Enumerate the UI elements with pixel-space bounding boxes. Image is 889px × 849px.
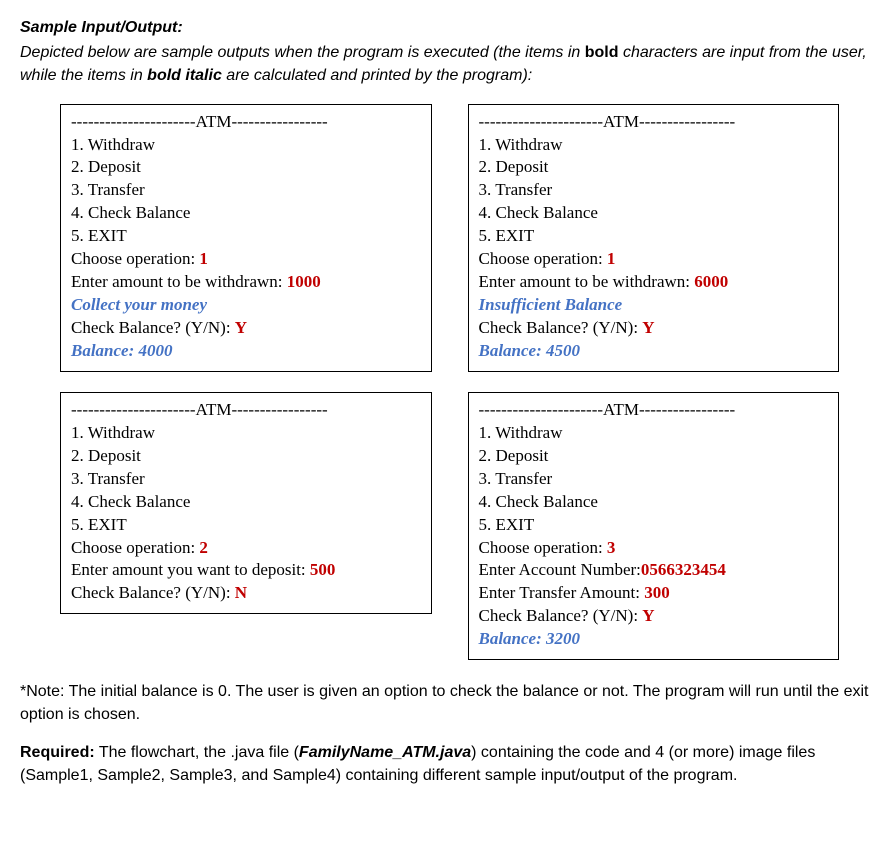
required-label: Required: bbox=[20, 744, 95, 761]
sample-box-1: ----------------------ATM---------------… bbox=[60, 104, 432, 372]
required-filename: FamilyName_ATM.java bbox=[299, 744, 471, 761]
prompt-line: Choose operation: 1 bbox=[479, 248, 829, 271]
prompt-label: Choose operation: bbox=[479, 538, 607, 557]
prompt-label: Check Balance? (Y/N): bbox=[479, 318, 643, 337]
prompt-line: Enter Account Number:0566323454 bbox=[479, 559, 829, 582]
user-input: 0566323454 bbox=[641, 560, 726, 579]
user-input: 1000 bbox=[287, 272, 321, 291]
prompt-label: Enter Account Number: bbox=[479, 560, 641, 579]
atm-header: ----------------------ATM---------------… bbox=[479, 399, 829, 422]
atm-header: ----------------------ATM---------------… bbox=[71, 111, 421, 134]
prompt-label: Enter Transfer Amount: bbox=[479, 583, 645, 602]
prompt-label: Check Balance? (Y/N): bbox=[479, 606, 643, 625]
prompt-line: Enter amount to be withdrawn: 6000 bbox=[479, 271, 829, 294]
menu-item: 4. Check Balance bbox=[71, 491, 421, 514]
user-input: Y bbox=[642, 318, 654, 337]
user-input: 3 bbox=[607, 538, 616, 557]
prompt-label: Choose operation: bbox=[71, 538, 199, 557]
menu-item: 3. Transfer bbox=[479, 468, 829, 491]
prompt-line: Enter amount to be withdrawn: 1000 bbox=[71, 271, 421, 294]
menu-item: 5. EXIT bbox=[71, 225, 421, 248]
prompt-label: Choose operation: bbox=[71, 249, 199, 268]
user-input: 500 bbox=[310, 560, 336, 579]
prompt-line: Enter amount you want to deposit: 500 bbox=[71, 559, 421, 582]
prompt-line: Choose operation: 1 bbox=[71, 248, 421, 271]
intro-bolditalic-word: bold italic bbox=[147, 67, 222, 84]
prompt-label: Check Balance? (Y/N): bbox=[71, 583, 235, 602]
prompt-line: Check Balance? (Y/N): Y bbox=[479, 317, 829, 340]
sample-box-3: ----------------------ATM---------------… bbox=[60, 392, 432, 614]
menu-item: 4. Check Balance bbox=[479, 491, 829, 514]
menu-item: 3. Transfer bbox=[71, 468, 421, 491]
prompt-line: Choose operation: 2 bbox=[71, 537, 421, 560]
menu-item: 3. Transfer bbox=[71, 179, 421, 202]
prompt-label: Enter amount you want to deposit: bbox=[71, 560, 310, 579]
program-output: Balance: 4000 bbox=[71, 340, 421, 363]
program-output: Balance: 4500 bbox=[479, 340, 829, 363]
sample-grid: ----------------------ATM---------------… bbox=[20, 104, 869, 661]
intro-pre: Depicted below are sample outputs when t… bbox=[20, 44, 585, 61]
required-pre: The flowchart, the .java file ( bbox=[95, 744, 299, 761]
sample-box-4: ----------------------ATM---------------… bbox=[468, 392, 840, 660]
menu-item: 4. Check Balance bbox=[479, 202, 829, 225]
intro-post: are calculated and printed by the progra… bbox=[222, 67, 532, 84]
prompt-label: Choose operation: bbox=[479, 249, 607, 268]
sample-box-2: ----------------------ATM---------------… bbox=[468, 104, 840, 372]
intro-bold-word: bold bbox=[585, 44, 619, 61]
prompt-label: Enter amount to be withdrawn: bbox=[479, 272, 695, 291]
program-output: Insufficient Balance bbox=[479, 294, 829, 317]
user-input: Y bbox=[235, 318, 247, 337]
menu-item: 4. Check Balance bbox=[71, 202, 421, 225]
prompt-label: Check Balance? (Y/N): bbox=[71, 318, 235, 337]
atm-header: ----------------------ATM---------------… bbox=[479, 111, 829, 134]
menu-item: 5. EXIT bbox=[479, 225, 829, 248]
section-heading: Sample Input/Output: bbox=[20, 16, 869, 39]
menu-item: 1. Withdraw bbox=[71, 134, 421, 157]
prompt-line: Check Balance? (Y/N): N bbox=[71, 582, 421, 605]
user-input: Y bbox=[642, 606, 654, 625]
menu-item: 2. Deposit bbox=[479, 156, 829, 179]
atm-header: ----------------------ATM---------------… bbox=[71, 399, 421, 422]
prompt-line: Choose operation: 3 bbox=[479, 537, 829, 560]
required-paragraph: Required: The flowchart, the .java file … bbox=[20, 741, 869, 787]
note-paragraph: *Note: The initial balance is 0. The use… bbox=[20, 680, 869, 726]
prompt-line: Check Balance? (Y/N): Y bbox=[479, 605, 829, 628]
menu-item: 2. Deposit bbox=[479, 445, 829, 468]
user-input: N bbox=[235, 583, 247, 602]
intro-paragraph: Depicted below are sample outputs when t… bbox=[20, 41, 869, 87]
menu-item: 2. Deposit bbox=[71, 156, 421, 179]
menu-item: 5. EXIT bbox=[479, 514, 829, 537]
user-input: 1 bbox=[607, 249, 616, 268]
prompt-line: Check Balance? (Y/N): Y bbox=[71, 317, 421, 340]
prompt-line: Enter Transfer Amount: 300 bbox=[479, 582, 829, 605]
prompt-label: Enter amount to be withdrawn: bbox=[71, 272, 287, 291]
program-output: Balance: 3200 bbox=[479, 628, 829, 651]
user-input: 6000 bbox=[694, 272, 728, 291]
menu-item: 1. Withdraw bbox=[71, 422, 421, 445]
menu-item: 5. EXIT bbox=[71, 514, 421, 537]
program-output: Collect your money bbox=[71, 294, 421, 317]
menu-item: 1. Withdraw bbox=[479, 422, 829, 445]
menu-item: 1. Withdraw bbox=[479, 134, 829, 157]
menu-item: 2. Deposit bbox=[71, 445, 421, 468]
user-input: 300 bbox=[644, 583, 670, 602]
user-input: 2 bbox=[199, 538, 208, 557]
user-input: 1 bbox=[199, 249, 208, 268]
menu-item: 3. Transfer bbox=[479, 179, 829, 202]
